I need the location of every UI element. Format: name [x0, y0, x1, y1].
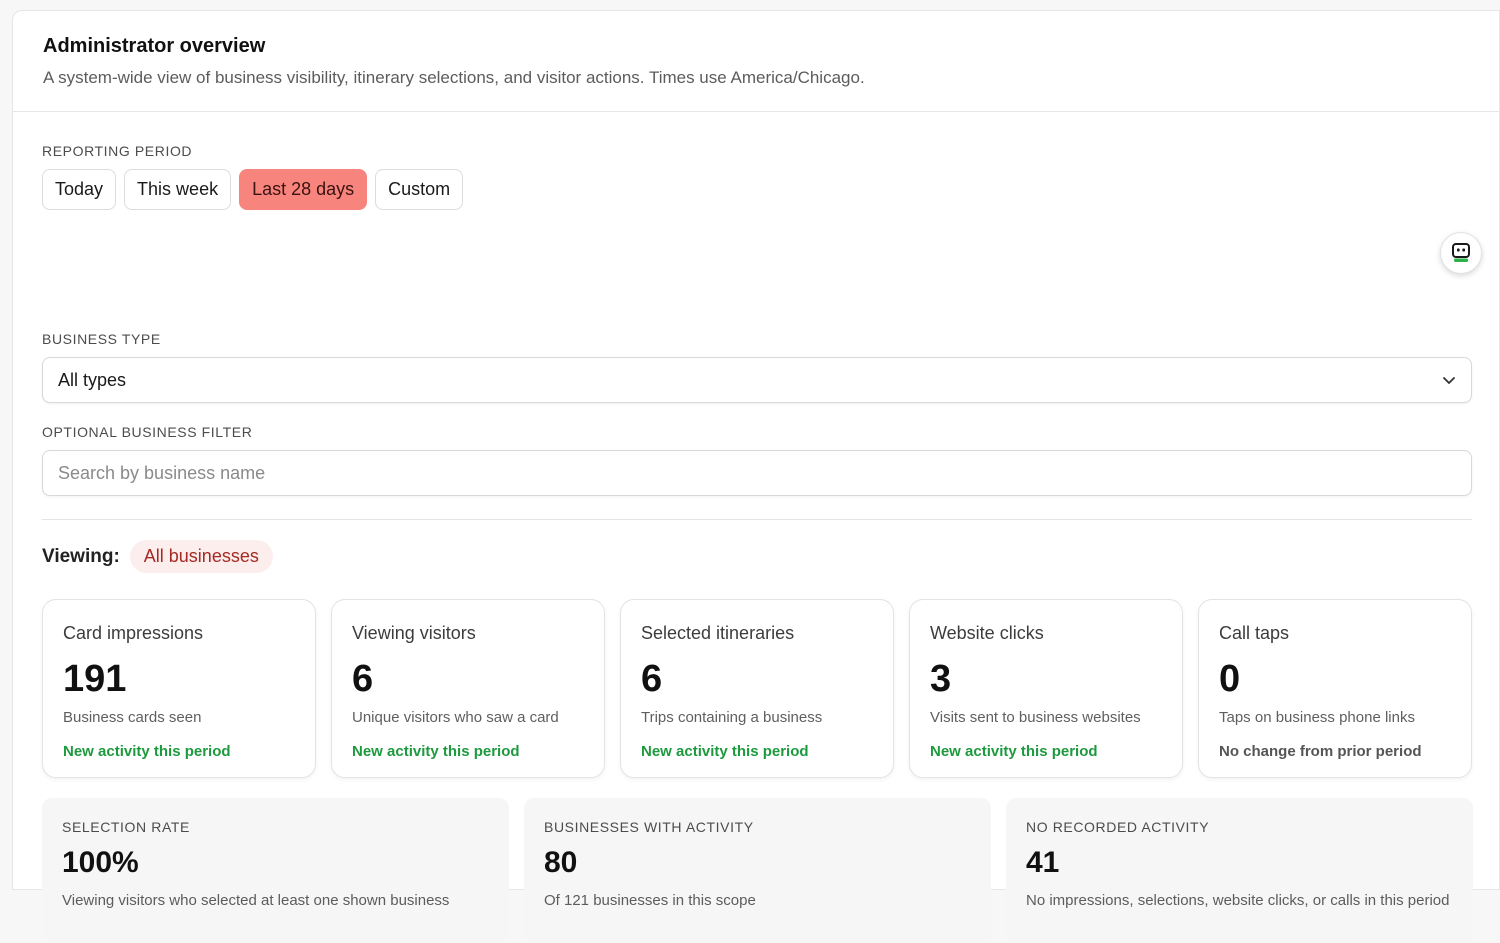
stat-value: 100% [62, 846, 139, 879]
stat-description: Viewing visitors who selected at least o… [62, 892, 450, 909]
stat-description: Of 121 businesses in this scope [544, 892, 756, 909]
metric-title: Call taps [1219, 623, 1290, 643]
viewing-label: Viewing: [42, 545, 120, 567]
viewing-scope: Viewing: All businesses [42, 540, 273, 573]
admin-overview-panel: Administrator overview A system-wide vie… [12, 10, 1500, 943]
stat-businesses-with-activity: BUSINESSES WITH ACTIVITY 80 Of 121 busin… [524, 798, 991, 943]
metric-trend: New activity this period [63, 743, 231, 760]
metric-card-website-clicks: Website clicks 3 Visits sent to business… [909, 599, 1183, 778]
metric-trend: No change from prior period [1219, 743, 1422, 760]
stat-label: SELECTION RATE [62, 819, 190, 835]
robot-icon [1452, 243, 1470, 262]
period-custom-button[interactable]: Custom [375, 169, 464, 210]
business-search-input[interactable] [42, 450, 1472, 496]
stat-no-recorded-activity: NO RECORDED ACTIVITY 41 No impressions, … [1006, 798, 1473, 943]
metric-card-call-taps: Call taps 0 Taps on business phone links… [1198, 599, 1472, 778]
period-this-week-button[interactable]: This week [124, 169, 232, 210]
metric-title: Selected itineraries [641, 623, 795, 643]
period-last-28-days-button[interactable]: Last 28 days [239, 169, 368, 210]
metric-cards: Card impressions 191 Business cards seen… [42, 599, 1472, 778]
metric-title: Website clicks [930, 623, 1044, 643]
stat-value: 41 [1026, 846, 1060, 879]
metric-title: Viewing visitors [352, 623, 476, 643]
metric-value: 191 [63, 658, 127, 700]
stat-value: 80 [544, 846, 578, 879]
metric-description: Business cards seen [63, 709, 202, 726]
business-filter-label: OPTIONAL BUSINESS FILTER [42, 424, 253, 440]
metric-value: 6 [352, 658, 374, 700]
metric-description: Trips containing a business [641, 709, 823, 726]
business-type-label: BUSINESS TYPE [42, 331, 161, 347]
chevron-down-icon [1443, 377, 1455, 384]
reporting-period-options: Today This week Last 28 days Custom [42, 169, 464, 210]
stat-selection-rate: SELECTION RATE 100% Viewing visitors who… [42, 798, 509, 943]
metric-description: Unique visitors who saw a card [352, 709, 559, 726]
summary-stats: SELECTION RATE 100% Viewing visitors who… [42, 798, 1473, 943]
stat-label: BUSINESSES WITH ACTIVITY [544, 819, 754, 835]
metric-title: Card impressions [63, 623, 204, 643]
business-type-select[interactable]: All types [42, 357, 1472, 403]
page-title: Administrator overview [43, 35, 266, 57]
stat-label: NO RECORDED ACTIVITY [1026, 819, 1210, 835]
stat-description: No impressions, selections, website clic… [1026, 892, 1450, 909]
metric-value: 3 [930, 658, 952, 700]
page-header: Administrator overview A system-wide vie… [13, 11, 1499, 112]
business-type-value: All types [58, 369, 127, 390]
metric-card-card-impressions: Card impressions 191 Business cards seen… [42, 599, 316, 778]
scope-badge: All businesses [129, 540, 273, 573]
metric-description: Visits sent to business websites [930, 709, 1141, 726]
metric-trend: New activity this period [641, 743, 809, 760]
metric-trend: New activity this period [352, 743, 520, 760]
period-today-button[interactable]: Today [42, 169, 117, 210]
metric-description: Taps on business phone links [1219, 709, 1415, 726]
section-divider [42, 519, 1472, 520]
metric-trend: New activity this period [930, 743, 1098, 760]
assistant-button[interactable] [1440, 232, 1482, 274]
page-subtitle: A system-wide view of business visibilit… [43, 68, 865, 87]
metric-card-selected-itineraries: Selected itineraries 6 Trips containing … [620, 599, 894, 778]
metric-value: 0 [1219, 658, 1241, 700]
reporting-period-label: REPORTING PERIOD [42, 143, 193, 159]
metric-card-viewing-visitors: Viewing visitors 6 Unique visitors who s… [331, 599, 605, 778]
metric-value: 6 [641, 658, 663, 700]
